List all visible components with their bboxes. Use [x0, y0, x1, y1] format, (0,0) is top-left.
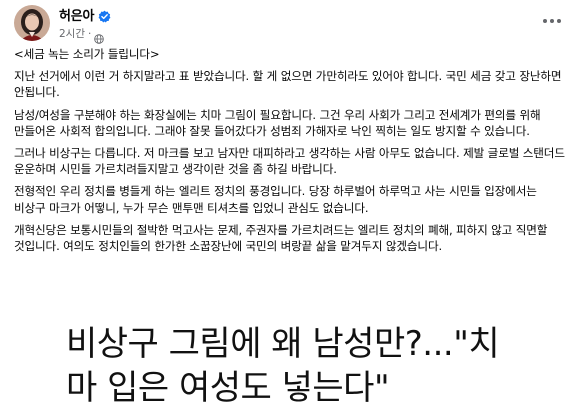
post-timestamp[interactable]: 2시간 — [59, 26, 85, 41]
divider — [0, 318, 580, 320]
post-paragraph: 지난 선거에서 이런 거 하지말라고 표 받았습니다. 할 게 없으면 가만히라… — [14, 69, 562, 100]
separator-dot: · — [88, 27, 92, 40]
headline-line-2: 마 입은 여성도 넣는다" — [66, 368, 390, 408]
post-meta: 허은아 2시간 · — [59, 5, 111, 44]
avatar-photo — [14, 5, 50, 41]
more-options-button[interactable] — [538, 12, 566, 30]
verified-badge-icon — [98, 8, 111, 23]
post-subline: 2시간 · — [59, 26, 111, 44]
post-header: 허은아 2시간 · — [14, 5, 111, 44]
headline-line-1: 비상구 그림에 왜 남성만?..."치 — [66, 324, 500, 364]
post-paragraph: 그러나 비상구는 다릅니다. 저 마크를 보고 남자만 대피하라고 생각하는 사… — [14, 146, 565, 177]
more-dot-icon — [550, 19, 554, 23]
post-body: <세금 녹는 소리가 들립니다> 지난 선거에서 이런 거 하지말라고 표 받았… — [14, 46, 570, 260]
news-headline: 비상구 그림에 왜 남성만?..."치 마 입은 여성도 넣는다" — [66, 322, 566, 410]
post-paragraph: 개혁신당은 보통시민들의 절박한 먹고사는 문제, 주권자를 가르치려드는 엘리… — [14, 222, 548, 254]
more-dot-icon — [557, 19, 561, 23]
post-paragraph: <세금 녹는 소리가 들립니다> — [14, 47, 160, 61]
globe-icon[interactable] — [94, 29, 105, 44]
author-row: 허은아 — [59, 5, 111, 24]
post-paragraph: 남성/여성을 구분해야 하는 화장실에는 치마 그림이 필요합니다. 그건 우리… — [14, 107, 541, 138]
facebook-post: 허은아 2시간 · <세금 녹는 소리가 들립니다> 지난 선거에서 이런 거 … — [0, 0, 580, 318]
author-avatar[interactable] — [14, 5, 50, 41]
more-dot-icon — [543, 19, 547, 23]
author-name[interactable]: 허은아 — [59, 5, 94, 24]
post-paragraph: 전형적인 우리 정치를 병들게 하는 엘리트 정치의 풍경입니다. 당장 하루벌… — [14, 184, 537, 215]
